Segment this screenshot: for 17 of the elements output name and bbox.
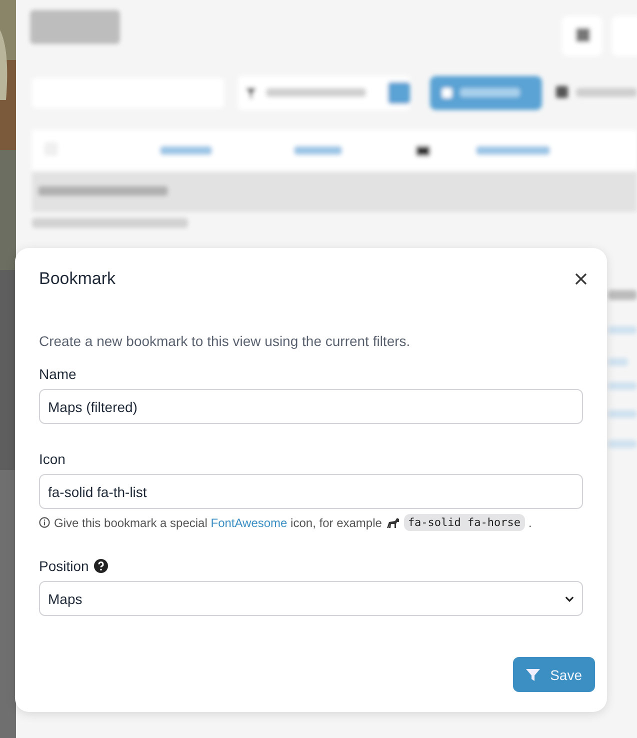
help-period: . xyxy=(528,516,532,530)
dialog-description: Create a new bookmark to this view using the current filters. xyxy=(39,333,412,349)
chevron-down-icon xyxy=(565,596,574,602)
horse-icon xyxy=(386,516,400,528)
close-icon xyxy=(575,273,587,285)
filter-icon xyxy=(526,668,540,682)
text-field[interactable]: fa-solid fa-th-list xyxy=(39,474,583,509)
info-icon xyxy=(39,517,50,528)
fontawesome-link[interactable]: FontAwesome xyxy=(210,516,288,530)
code-snippet: fa-solid fa-horse xyxy=(404,514,525,531)
field-label: Icon xyxy=(39,451,66,467)
text-field[interactable]: Maps (filtered) xyxy=(39,389,583,424)
dialog-title: Bookmark xyxy=(39,269,116,289)
field-label: Position xyxy=(39,558,89,574)
position-dropdown[interactable]: Maps xyxy=(39,581,583,616)
field-label: Name xyxy=(39,366,76,382)
help-text: Give this bookmark a special FontAwesome icon, for example xyxy=(54,516,382,530)
